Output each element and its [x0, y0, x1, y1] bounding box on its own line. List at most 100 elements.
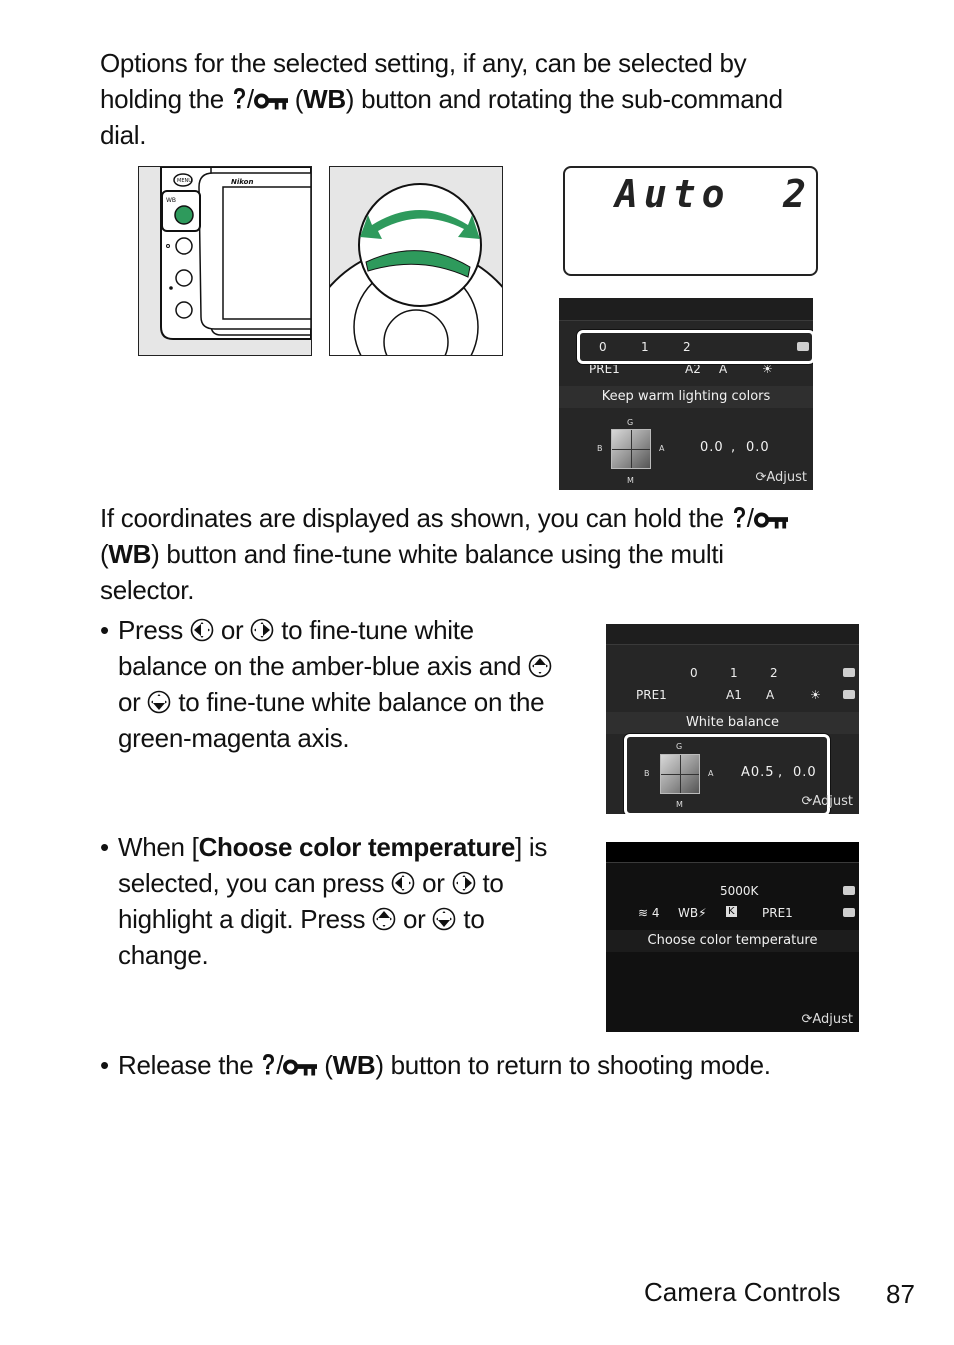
- dial-icon: ⟳: [755, 470, 767, 485]
- camera-back-illustration: Nikon MENU WB: [138, 166, 312, 356]
- adjust-hint: ⟳Adjust: [755, 470, 807, 485]
- adjust-label: Adjust: [812, 1012, 853, 1027]
- para2-line-2: (WB) button and fine-tune white balance …: [100, 539, 724, 569]
- wb-fine-tune-grid: [611, 429, 651, 469]
- dial-icon: ⟳: [801, 794, 813, 809]
- bullet2-text: to: [456, 904, 485, 934]
- bullet1-text: Press: [118, 615, 190, 645]
- page-number: 87: [886, 1279, 915, 1309]
- bullet3-line: Release the / (WB) button to return to s…: [118, 1050, 771, 1080]
- axis-m: M: [676, 800, 683, 809]
- option-auto-a2: A2: [685, 362, 701, 376]
- scroll-up-icon: [843, 668, 855, 677]
- coord-sep: ,: [731, 440, 737, 455]
- camera-back-drawing: Nikon MENU WB: [139, 167, 311, 355]
- dial-drawing: [330, 167, 502, 355]
- sub-command-dial-illustration: [329, 166, 503, 356]
- multi-selector-up-icon: [528, 654, 552, 678]
- para2-line-1: If coordinates are displayed as shown, y…: [100, 500, 788, 536]
- para2-line-3: selector.: [100, 575, 195, 605]
- intro-line-2: holding the / (WB) button and rotating t…: [100, 84, 783, 114]
- coord-b: 0.0: [746, 440, 770, 455]
- bullet2-line-3: highlight a digit. Press or to: [118, 901, 485, 937]
- or-text: or: [213, 615, 251, 645]
- multi-selector-left-icon: [190, 618, 214, 642]
- protect-key-icon: [283, 1057, 317, 1077]
- axis-g: G: [627, 418, 634, 427]
- svg-text:WB: WB: [166, 197, 176, 204]
- wb-label: WB: [108, 539, 152, 569]
- coord-a: A0.5: [741, 765, 775, 780]
- option-pre1: PRE1: [636, 688, 667, 702]
- axis-m: M: [627, 476, 634, 485]
- option-incandescent: A: [719, 362, 728, 376]
- screen-topbar: [606, 842, 859, 863]
- screen-topbar: [606, 624, 859, 645]
- intro-line-3: dial.: [100, 120, 147, 150]
- wb-menu-screen-1: 0 1 2 PRE1 A2 A ☀ Keep warm lighting col…: [559, 298, 813, 490]
- or-text: or: [396, 904, 433, 934]
- section-title: Camera Controls: [644, 1277, 841, 1307]
- brand-label: Nikon: [231, 178, 253, 186]
- wb-label: WB: [303, 84, 346, 114]
- lcd-mode-text: Auto: [615, 172, 731, 216]
- bullet2-line-4: change.: [118, 940, 209, 970]
- option-title: Keep warm lighting colors: [601, 389, 771, 404]
- control-panel-display: Auto 2: [563, 166, 818, 276]
- option-pre1: PRE1: [762, 906, 793, 920]
- bullet2-line-1: When [Choose color temperature] is: [118, 829, 547, 865]
- scale-1: 1: [730, 666, 738, 680]
- adjust-label: Adjust: [812, 794, 853, 809]
- wb-label: WB: [332, 1050, 376, 1080]
- bullet1-text: to fine-tune white: [274, 615, 474, 645]
- option-auto-a1: A1: [726, 688, 742, 702]
- wb-fine-tune-grid: [660, 754, 700, 794]
- scale-highlight-frame: [577, 330, 813, 364]
- scroll-down-icon: [843, 908, 855, 917]
- multi-selector-right-icon: [250, 618, 274, 642]
- axis-b: B: [597, 444, 603, 453]
- color-temperature-screen: 5000K ≋ 4 WB⚡ K PRE1 Choose color temper…: [606, 842, 859, 1032]
- bullet2-text: highlight a digit. Press: [118, 904, 373, 934]
- bullet1-line-2: balance on the amber-blue axis and: [118, 648, 552, 684]
- axis-a: A: [659, 444, 665, 453]
- axis-a: A: [708, 769, 714, 778]
- intro-line-2-post: ) button and rotating the sub-command: [345, 84, 783, 114]
- flash-icon: WB⚡: [678, 906, 707, 920]
- bullet1-line-1: Press or to fine-tune white: [118, 612, 474, 648]
- para2-line-2-text: ) button and fine-tune white balance usi…: [151, 539, 724, 569]
- screen-topbar: [559, 298, 813, 321]
- protect-key-icon: [754, 510, 788, 530]
- multi-selector-down-icon: [432, 907, 456, 931]
- axis-g: G: [676, 742, 683, 751]
- bullet2-text: to: [475, 868, 504, 898]
- coord-b: 0.0: [793, 765, 817, 780]
- menu-item-reference: Choose color temperature: [198, 832, 516, 862]
- bullet1-text: to fine-tune white balance on the: [171, 687, 545, 717]
- bullet2-text: When [: [118, 832, 199, 862]
- protect-key-icon: [254, 91, 288, 111]
- para2-line-1-text: If coordinates are displayed as shown, y…: [100, 503, 731, 533]
- multi-selector-right-icon: [452, 871, 476, 895]
- bullet1-text: balance on the amber-blue axis and: [118, 651, 529, 681]
- intro-line-2-pre: holding the: [100, 84, 231, 114]
- bullet2-text: selected, you can press: [118, 868, 392, 898]
- axis-b: B: [644, 769, 650, 778]
- slash: /: [246, 84, 254, 114]
- scale-0: 0: [690, 666, 698, 680]
- adjust-hint: ⟳Adjust: [801, 1012, 853, 1027]
- fluorescent-value: 4: [651, 906, 660, 920]
- dial-icon: ⟳: [801, 1012, 813, 1027]
- or-text: or: [415, 868, 452, 898]
- intro-line-1: Options for the selected setting, if any…: [100, 48, 747, 78]
- slash: /: [746, 503, 754, 533]
- temperature-value: 5000K: [720, 884, 759, 898]
- or-text: or: [118, 687, 148, 717]
- scroll-down-icon: [843, 690, 855, 699]
- option-incandescent: A: [766, 688, 775, 702]
- screen2-title: White balance: [685, 715, 780, 730]
- bullet2-text: ] is: [515, 832, 548, 862]
- option-pre1: PRE1: [589, 362, 620, 376]
- bullet-dot: •: [100, 615, 110, 645]
- svg-text:MENU: MENU: [177, 178, 192, 184]
